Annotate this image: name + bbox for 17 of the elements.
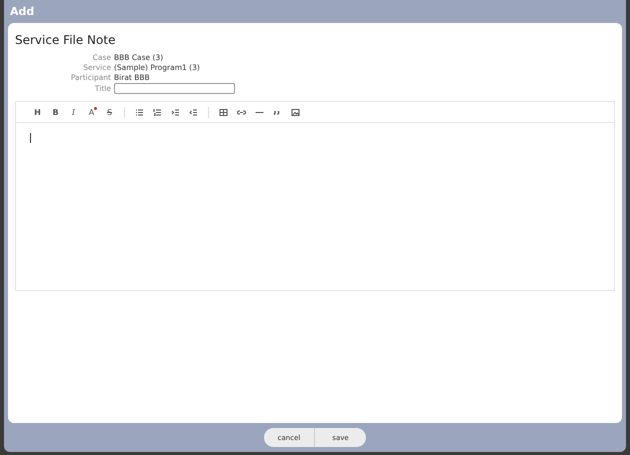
italic-button[interactable]: I <box>66 105 81 119</box>
outdent-icon <box>189 108 198 116</box>
numbered-list-icon <box>153 108 162 116</box>
strikethrough-button[interactable]: S <box>102 105 117 119</box>
image-icon <box>291 108 300 116</box>
text-color-button[interactable]: A <box>84 105 99 119</box>
title-input[interactable] <box>114 83 235 94</box>
link-icon <box>237 108 246 116</box>
indent-icon <box>171 108 180 116</box>
bold-button[interactable]: B <box>48 105 63 119</box>
bullet-list-icon <box>135 108 144 116</box>
text-caret <box>30 133 31 143</box>
heading-button[interactable]: H <box>30 105 45 119</box>
form-heading: Service File Note <box>15 33 116 47</box>
window-title: Add <box>10 5 34 18</box>
rich-text-editor[interactable]: H B I A S <box>15 101 615 291</box>
table-icon <box>219 108 228 116</box>
